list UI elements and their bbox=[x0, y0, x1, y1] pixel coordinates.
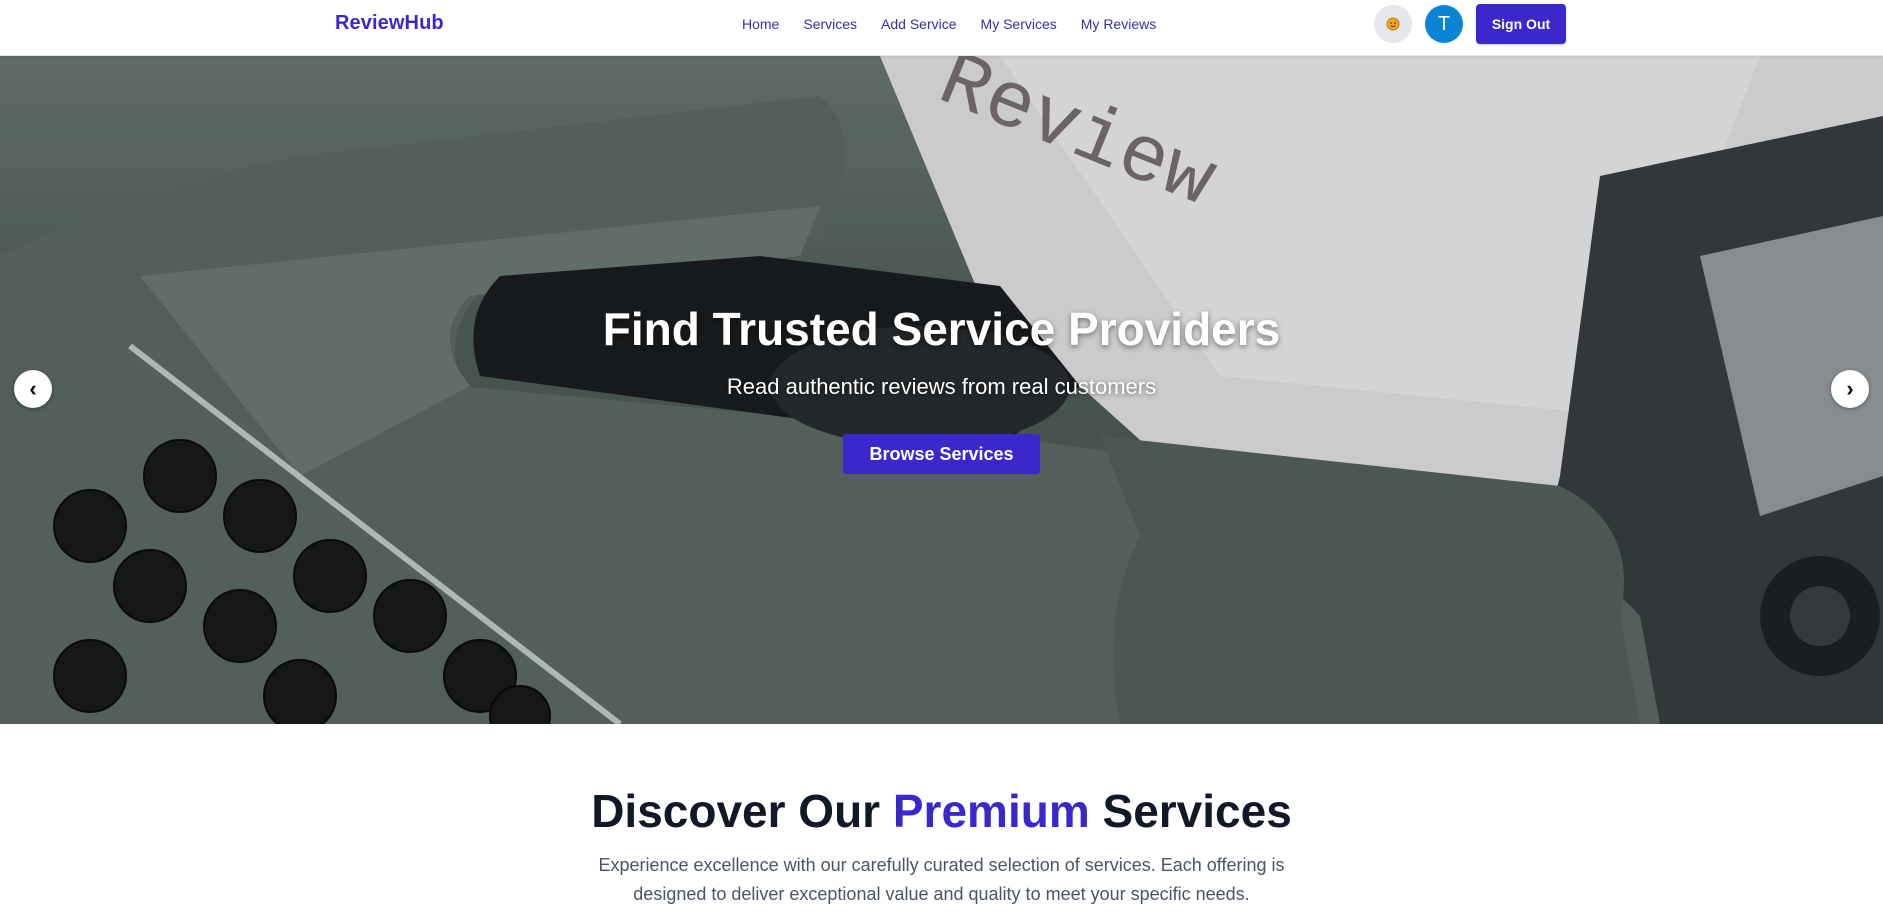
carousel-next-button[interactable]: › bbox=[1831, 370, 1869, 408]
nav-link-my-reviews[interactable]: My Reviews bbox=[1081, 15, 1156, 33]
chevron-left-icon: ‹ bbox=[29, 376, 37, 401]
section-title: Discover Our Premium Services bbox=[0, 784, 1883, 838]
navbar: ReviewHub Home Services Add Service My S… bbox=[0, 0, 1883, 56]
brand-logo[interactable]: ReviewHub bbox=[335, 12, 444, 35]
section-title-part1: Discover Our bbox=[591, 785, 893, 837]
theme-toggle-button[interactable] bbox=[1374, 5, 1412, 43]
nav-links: Home Services Add Service My Services My… bbox=[742, 15, 1180, 33]
sun-face-icon bbox=[1386, 17, 1400, 31]
nav-link-home[interactable]: Home bbox=[742, 15, 779, 33]
hero-carousel: Review Find Trusted Service Providers Re… bbox=[0, 56, 1883, 724]
section-description: Experience excellence with our carefully… bbox=[598, 855, 1285, 904]
nav-link-my-services[interactable]: My Services bbox=[981, 15, 1057, 33]
hero-title: Find Trusted Service Providers bbox=[602, 303, 1281, 355]
user-avatar[interactable]: T bbox=[1425, 5, 1463, 43]
section-title-part2: Services bbox=[1089, 785, 1292, 837]
hero-subtitle: Read authentic reviews from real custome… bbox=[726, 374, 1157, 399]
carousel-prev-button[interactable]: ‹ bbox=[14, 370, 52, 408]
sign-out-button[interactable]: Sign Out bbox=[1476, 4, 1566, 44]
chevron-right-icon: › bbox=[1846, 376, 1854, 401]
browse-services-button[interactable]: Browse Services bbox=[843, 434, 1040, 474]
nav-link-services[interactable]: Services bbox=[803, 15, 857, 33]
section-title-accent: Premium bbox=[892, 785, 1090, 837]
nav-link-add-service[interactable]: Add Service bbox=[881, 15, 956, 33]
